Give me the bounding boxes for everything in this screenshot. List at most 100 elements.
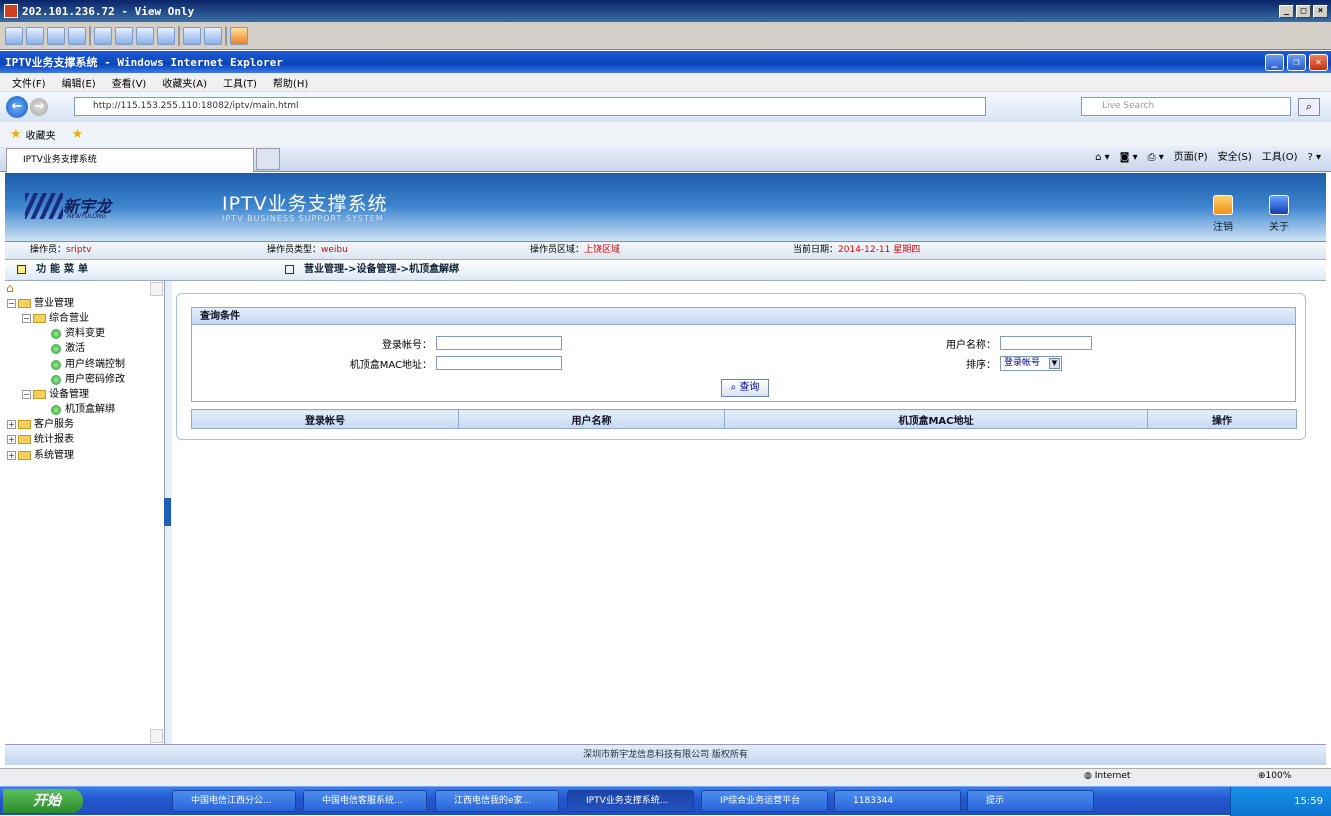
taskbar-item[interactable]: 中国电信江西分公... xyxy=(172,790,296,812)
folder-icon xyxy=(18,435,31,444)
command-bar: ⌂ ▾ ◙ ▾ ⎙ ▾ 页面(P) 安全(S) 工具(O) ? ▾ xyxy=(1095,149,1321,167)
login-account-label: 登录帐号： xyxy=(382,340,432,351)
collapse-sidebar-handle[interactable] xyxy=(164,498,171,526)
favorites-label[interactable]: 收藏夹 xyxy=(26,127,56,142)
menu-favorites[interactable]: 收藏夹(A) xyxy=(162,75,207,90)
new-tab-button[interactable] xyxy=(256,148,280,170)
current-date-value: 2014-12-11 xyxy=(838,245,891,255)
help-icon[interactable]: ? ▾ xyxy=(1307,149,1321,167)
home-icon[interactable]: ⌂ ▾ xyxy=(1095,149,1110,167)
ie-tab-strip: IPTV业务支撑系统 ⌂ ▾ ◙ ▾ ⎙ ▾ 页面(P) 安全(S) 工具(O)… xyxy=(0,146,1331,172)
tree-business-mgmt[interactable]: − 营业管理 xyxy=(7,296,74,311)
taskbar-item[interactable]: IP综合业务运营平台 xyxy=(701,790,828,812)
back-icon[interactable]: ← xyxy=(6,96,28,118)
ie-close-button[interactable]: ✕ xyxy=(1309,53,1328,71)
expand-icon[interactable]: + xyxy=(7,451,16,460)
sidebar-scroll-down[interactable] xyxy=(150,729,163,743)
print-icon[interactable]: ⎙ ▾ xyxy=(1148,149,1164,167)
add-favorite-icon[interactable]: ★ xyxy=(72,127,84,142)
folder-icon xyxy=(18,451,31,460)
tools-menu[interactable]: 工具(O) xyxy=(1262,149,1298,167)
taskbar-item[interactable]: 提示 xyxy=(967,790,1094,812)
start-button[interactable]: 开始 xyxy=(3,789,83,813)
favorites-star-icon[interactable]: ★ xyxy=(10,127,22,142)
tree-integrated-business[interactable]: − 综合营业 xyxy=(22,311,89,326)
menu-edit[interactable]: 编辑(E) xyxy=(62,75,96,90)
username-label: 用户名称： xyxy=(946,340,996,351)
logo-mark xyxy=(25,193,63,219)
about-button[interactable]: 关于 xyxy=(1259,195,1299,233)
vnc-window-icon[interactable] xyxy=(94,26,112,45)
taskbar-item-active[interactable]: IPTV业务支撑系统... xyxy=(567,790,694,812)
sort-select[interactable]: 登录帐号 ▼ xyxy=(1000,356,1062,371)
vnc-phone-icon[interactable] xyxy=(47,26,65,45)
login-account-input[interactable] xyxy=(436,336,562,350)
vnc-connection-icon[interactable] xyxy=(26,26,44,45)
logout-button[interactable]: 注销 xyxy=(1203,195,1243,233)
vnc-disconnect-icon[interactable] xyxy=(230,26,248,45)
tree-stb-unbind[interactable]: 机顶盒解绑 xyxy=(51,402,115,417)
ie-restore-button[interactable]: ❐ xyxy=(1287,53,1306,71)
zoom-level[interactable]: ⊕100% xyxy=(1258,771,1291,781)
taskbar-item[interactable]: 江西电信我的e家... xyxy=(435,790,559,812)
search-icon[interactable]: ⌕ xyxy=(1298,98,1320,116)
ie-status-bar: ◍ Internet ⊕100% xyxy=(0,768,1331,786)
vnc-minimize-button[interactable]: _ xyxy=(1279,4,1294,18)
menu-file[interactable]: 文件(F) xyxy=(12,75,46,90)
col-username: 用户名称 xyxy=(458,409,725,429)
forward-icon[interactable]: → xyxy=(30,98,48,116)
tree-customer-service[interactable]: + 客户服务 xyxy=(7,417,74,432)
vnc-screen-icon[interactable] xyxy=(136,26,154,45)
feeds-icon[interactable]: ◙ ▾ xyxy=(1120,149,1138,167)
sidebar-scroll-up[interactable] xyxy=(150,282,163,296)
tree-profile-change[interactable]: 资料变更 xyxy=(51,326,105,341)
address-input[interactable]: http://115.153.255.110:18082/iptv/main.h… xyxy=(74,97,986,116)
mac-address-input[interactable] xyxy=(436,356,562,370)
page-menu[interactable]: 页面(P) xyxy=(1174,149,1208,167)
logo-subtext: NEWYULONG xyxy=(67,213,107,220)
menu-help[interactable]: 帮助(H) xyxy=(273,75,308,90)
arrow-icon xyxy=(51,343,61,354)
tree-system-mgmt[interactable]: + 系统管理 xyxy=(7,448,74,463)
operator-info-bar: 操作员：sriptv 操作员类型：weibu 操作员区域：上饶区域 当前日期：2… xyxy=(5,241,1326,260)
home-icon[interactable]: ⌂ xyxy=(6,281,14,295)
folder-icon xyxy=(33,314,46,323)
expand-icon[interactable]: + xyxy=(7,420,16,429)
taskbar-item[interactable]: 中国电信客服系统... xyxy=(303,790,427,812)
table-header-row: 登录帐号 用户名称 机顶盒MAC地址 操作 xyxy=(191,409,1297,429)
windows-taskbar: 开始 中国电信江西分公... 中国电信客服系统... 江西电信我的e家... I… xyxy=(0,786,1331,816)
current-date-info: 当前日期：2014-12-11 星期四 xyxy=(793,245,921,255)
query-header: 查询条件 xyxy=(192,308,1295,325)
expand-icon[interactable]: + xyxy=(7,435,16,444)
vnc-maximize-button[interactable]: □ xyxy=(1296,4,1311,18)
collapse-icon[interactable]: − xyxy=(22,314,31,323)
vnc-transfer-icon[interactable] xyxy=(183,26,201,45)
search-input[interactable]: Live Search xyxy=(1081,97,1291,116)
tab-iptv[interactable]: IPTV业务支撑系统 xyxy=(6,148,254,172)
tree-activate[interactable]: 激活 xyxy=(51,341,85,356)
menu-icon xyxy=(17,264,26,274)
vnc-chat-icon[interactable] xyxy=(68,26,86,45)
tree-device-mgmt[interactable]: − 设备管理 xyxy=(22,387,89,402)
breadcrumb: 营业管理->设备管理->机顶盒解绑 xyxy=(285,260,459,280)
username-input[interactable] xyxy=(1000,336,1092,350)
safety-menu[interactable]: 安全(S) xyxy=(1218,149,1252,167)
collapse-icon[interactable]: − xyxy=(22,390,31,399)
tree-password-change[interactable]: 用户密码修改 xyxy=(51,372,125,387)
arrow-icon xyxy=(51,328,61,339)
tree-terminal-control[interactable]: 用户终端控制 xyxy=(51,357,125,372)
vnc-tools-icon[interactable] xyxy=(204,26,222,45)
vnc-close-button[interactable]: × xyxy=(1313,4,1328,18)
menu-tools[interactable]: 工具(T) xyxy=(223,75,257,90)
vnc-fullscreen-icon[interactable] xyxy=(115,26,133,45)
tree-reports[interactable]: + 统计报表 xyxy=(7,432,74,447)
ie-minimize-button[interactable]: _ xyxy=(1265,53,1284,71)
vnc-options-icon[interactable] xyxy=(5,26,23,45)
query-button[interactable]: ⌕ 查询 xyxy=(721,379,769,397)
operator-type-value: weibu xyxy=(321,245,348,255)
copyright-footer: 深圳市新宇龙信息科技有限公司 版权所有 xyxy=(5,744,1326,765)
collapse-icon[interactable]: − xyxy=(7,299,16,308)
vnc-refresh-icon[interactable] xyxy=(157,26,175,45)
menu-view[interactable]: 查看(V) xyxy=(112,75,147,90)
taskbar-item[interactable]: 1183344 xyxy=(834,790,961,812)
